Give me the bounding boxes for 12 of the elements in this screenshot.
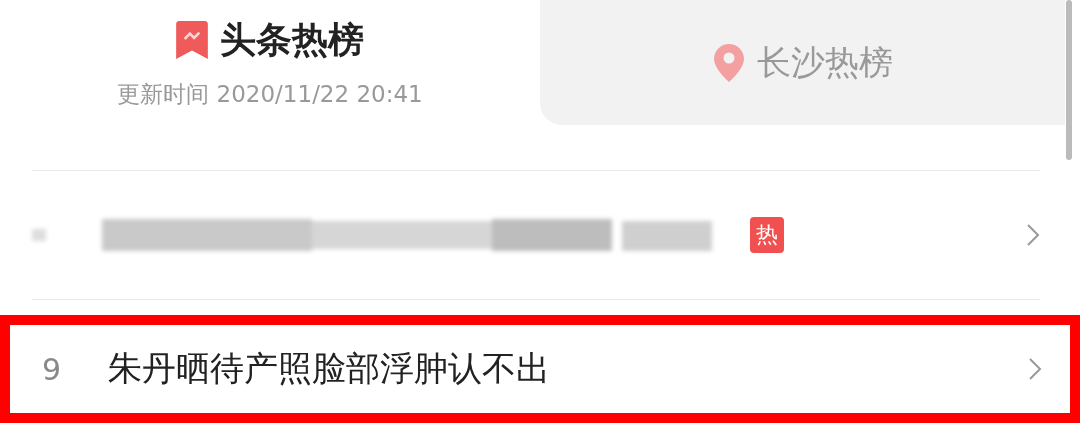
update-time: 更新时间 2020/11/22 20:41 [117, 79, 423, 109]
chevron-right-icon [1026, 223, 1040, 247]
chevron-right-icon [1028, 357, 1042, 381]
hot-tag: 热 [750, 217, 784, 253]
hot-list-item[interactable]: 9 朱丹晒待产照脸部浮肿认不出 [0, 315, 1080, 423]
hot-list-item[interactable]: 热 [32, 170, 1040, 300]
tab-label: 头条热榜 [220, 17, 364, 62]
item-title: 朱丹晒待产照脸部浮肿认不出 [108, 347, 550, 390]
location-pin-icon [712, 43, 745, 82]
tab-label: 长沙热榜 [756, 40, 893, 84]
rank-number: 9 [42, 351, 63, 387]
trend-bookmark-icon [176, 21, 208, 59]
